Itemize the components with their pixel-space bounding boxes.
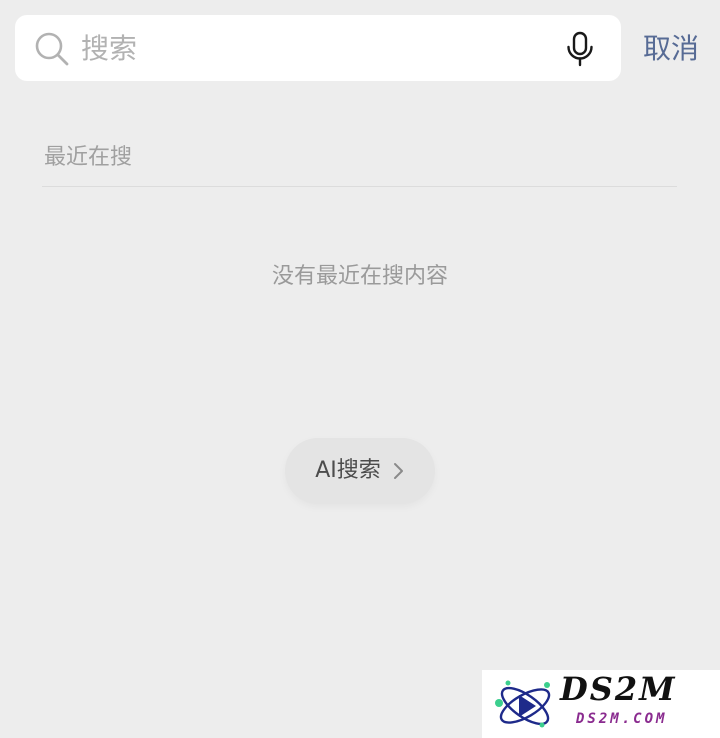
search-input[interactable] — [81, 15, 541, 81]
watermark: DS2M DS2M.COM — [482, 670, 720, 738]
cancel-button[interactable]: 取消 — [643, 28, 699, 70]
ai-search-label: AI搜索 — [315, 458, 381, 483]
search-icon — [35, 32, 69, 66]
atom-logo-icon — [495, 680, 551, 728]
divider — [42, 186, 677, 187]
empty-recent-text: 没有最近在搜内容 — [271, 264, 448, 289]
ai-search-button[interactable]: AI搜索 — [285, 438, 435, 504]
recent-searches-title: 最近在搜 — [44, 145, 133, 170]
mic-icon[interactable] — [565, 31, 595, 67]
watermark-title: DS2M — [560, 670, 677, 708]
watermark-subtitle: DS2M.COM — [576, 711, 668, 727]
chevron-right-icon — [393, 463, 403, 479]
